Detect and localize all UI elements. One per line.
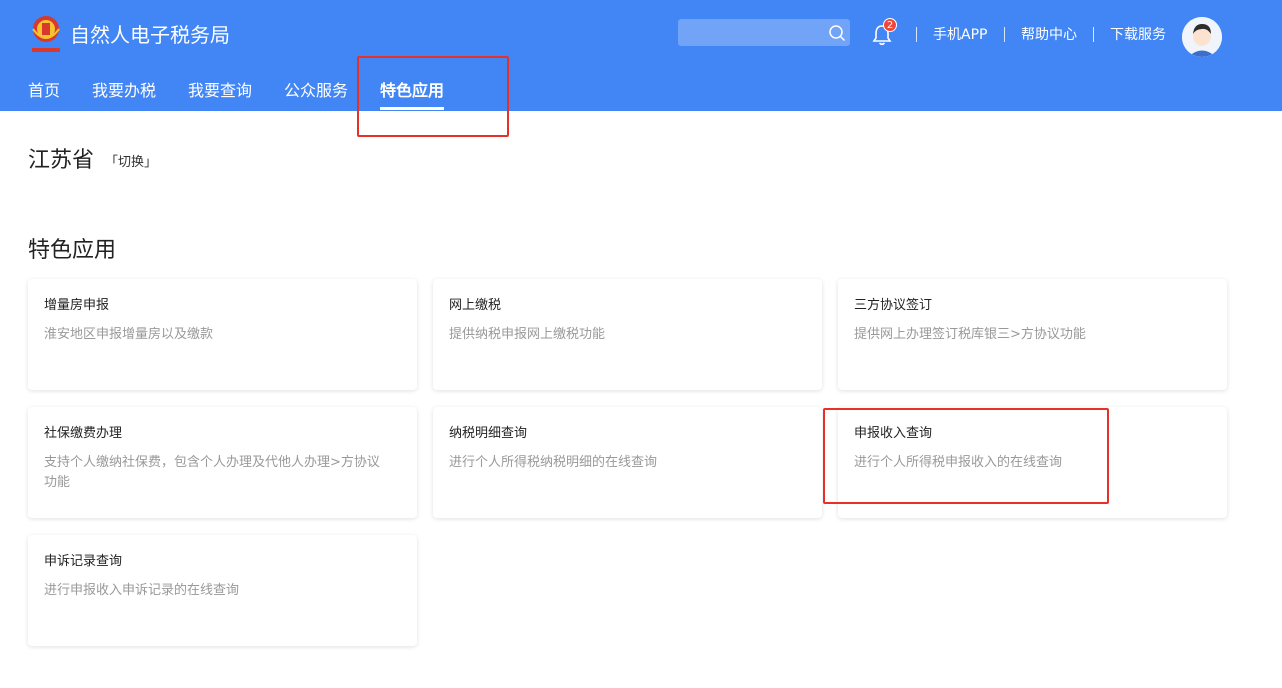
card-appeal-record-query[interactable]: 申诉记录查询 进行申报收入申诉记录的在线查询 — [28, 535, 417, 646]
card-title: 增量房申报 — [44, 298, 110, 313]
card-tripartite-agreement[interactable]: 三方协议签订 提供网上办理签订税库银三>方协议功能 — [838, 279, 1227, 390]
card-new-house-declaration[interactable]: 增量房申报 淮安地区申报增量房以及缴款 — [28, 279, 417, 390]
nav-query[interactable]: 我要查询 — [188, 80, 252, 102]
card-desc: 进行申报收入申诉记录的在线查询 — [44, 583, 240, 598]
avatar[interactable] — [1182, 17, 1222, 57]
card-online-tax-payment[interactable]: 网上缴税 提供纳税申报网上缴税功能 — [433, 279, 822, 390]
download-service-link[interactable]: 下载服务 — [1110, 26, 1166, 44]
search-icon[interactable] — [828, 24, 846, 42]
card-title: 三方协议签订 — [854, 298, 933, 313]
switch-province-link[interactable]: 「切换」 — [105, 154, 157, 172]
divider — [1093, 27, 1094, 42]
card-desc: 提供网上办理签订税库银三>方协议功能 — [854, 327, 1086, 342]
card-title: 社保缴费办理 — [44, 426, 123, 441]
help-center-link[interactable]: 帮助中心 — [1021, 26, 1077, 44]
card-title: 申诉记录查询 — [44, 554, 123, 569]
search-input[interactable] — [678, 19, 850, 46]
active-nav-underline — [380, 107, 444, 110]
card-desc: 进行个人所得税纳税明细的在线查询 — [449, 455, 658, 470]
card-desc: 进行个人所得税申报收入的在线查询 — [854, 455, 1063, 470]
card-desc: 提供纳税申报网上缴税功能 — [449, 327, 606, 342]
mobile-app-link[interactable]: 手机APP — [933, 26, 987, 44]
nav-public-service[interactable]: 公众服务 — [284, 80, 348, 102]
card-tax-detail-query[interactable]: 纳税明细查询 进行个人所得税纳税明细的在线查询 — [433, 407, 822, 518]
nav-home[interactable]: 首页 — [28, 80, 60, 102]
section-title: 特色应用 — [28, 238, 117, 263]
notification-badge: 2 — [883, 18, 897, 32]
province-name: 江苏省 — [28, 148, 95, 173]
top-header: 自然人电子税务局 2 手机APP 帮助中心 下载服务 首页 我要办税 我要查询 … — [0, 0, 1282, 111]
divider — [916, 27, 917, 42]
tax-emblem-logo[interactable] — [28, 13, 64, 55]
card-social-insurance[interactable]: 社保缴费办理 支持个人缴纳社保费，包含个人办理及代他人办理>方协议功能 — [28, 407, 417, 518]
card-title: 申报收入查询 — [854, 426, 933, 441]
divider — [1004, 27, 1005, 42]
site-title[interactable]: 自然人电子税务局 — [70, 22, 230, 48]
card-income-declaration-query[interactable]: 申报收入查询 进行个人所得税申报收入的在线查询 — [838, 407, 1227, 518]
card-desc: 淮安地区申报增量房以及缴款 — [44, 327, 214, 342]
card-title: 网上缴税 — [449, 298, 502, 313]
nav-featured-apps[interactable]: 特色应用 — [380, 80, 444, 102]
nav-handle-tax[interactable]: 我要办税 — [92, 80, 156, 102]
card-desc: 支持个人缴纳社保费，包含个人办理及代他人办理>方协议功能 — [44, 455, 380, 490]
card-title: 纳税明细查询 — [449, 426, 528, 441]
